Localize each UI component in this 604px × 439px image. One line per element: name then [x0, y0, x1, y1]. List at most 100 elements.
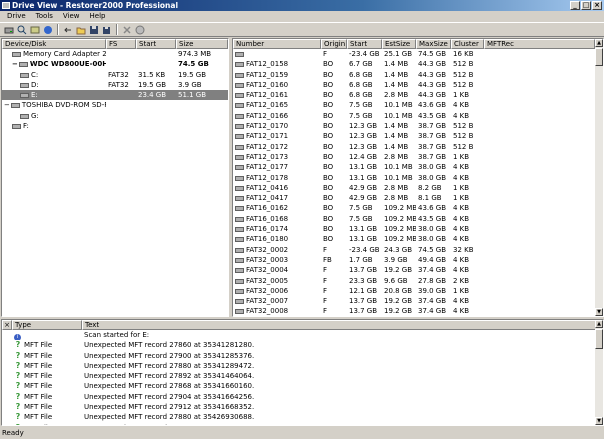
record-row[interactable]: FAT32_0008 F 13.7 GB 19.2 GB 37.4 GB 4 KB	[233, 306, 603, 316]
log-row[interactable]: ? MFT File Unexpected MFT record 27904 at …	[2, 392, 603, 402]
record-row[interactable]: FAT12_0177 BO 13.1 GB 10.1 MB 38.0 GB 4 KB	[233, 162, 603, 172]
device-row[interactable]: − WDC WD800UE-00HCT... 74.5 GB	[2, 59, 228, 69]
record-row[interactable]: FAT16_0174 BO 13.1 GB 109.2 MB 38.0 GB 4 KB	[233, 224, 603, 234]
record-row[interactable]: FAT12_0166 BO 7.5 GB 10.1 MB 43.5 GB 4 KB	[233, 111, 603, 121]
drive-icon[interactable]	[3, 24, 15, 36]
info-icon[interactable]	[42, 24, 54, 36]
record-start: 1.7 GB	[349, 255, 373, 264]
record-start: -23.4 GB	[349, 50, 380, 58]
device-row[interactable]: Memory Card Adapter 20... 974.3 MB	[2, 49, 228, 59]
maximize-button[interactable]: □	[581, 1, 591, 10]
log-row[interactable]: ? MFT File Unexpected MFT record 27880 at …	[2, 412, 603, 422]
save-all-icon[interactable]	[101, 24, 113, 36]
record-row[interactable]: FAT12_0416 BO 42.9 GB 2.8 MB 8.2 GB 1 KB	[233, 183, 603, 193]
log-row[interactable]: ? MFT File Unexpected MFT record 27860 at …	[2, 340, 603, 350]
col-size[interactable]: Size	[176, 39, 228, 49]
col-origin[interactable]: Origin	[321, 39, 347, 49]
col-number[interactable]: Number	[233, 39, 321, 49]
device-fs	[106, 100, 136, 110]
col-type[interactable]: Type	[12, 320, 82, 330]
device-row[interactable]: F:	[2, 121, 228, 131]
scroll-up-icon[interactable]: ▲	[595, 39, 603, 47]
back-icon[interactable]	[62, 24, 74, 36]
col-estsize[interactable]: EstSize	[382, 39, 416, 49]
col-start[interactable]: Start	[136, 39, 176, 49]
record-row[interactable]: FAT12_0178 BO 13.1 GB 10.1 MB 38.0 GB 4 KB	[233, 173, 603, 183]
col-start[interactable]: Start	[347, 39, 382, 49]
scroll-up-icon[interactable]: ▲	[595, 320, 603, 328]
col-maxsize[interactable]: MaxSize	[416, 39, 451, 49]
menu-help[interactable]: Help	[85, 11, 111, 22]
menu-view[interactable]: View	[58, 11, 85, 22]
record-row[interactable]: FAT16_0180 BO 13.1 GB 109.2 MB 38.0 GB 4 KB	[233, 234, 603, 244]
col-fs[interactable]: FS	[106, 39, 136, 49]
record-number: FAT32_0005	[233, 276, 321, 286]
scan-icon[interactable]	[16, 24, 28, 36]
folder-open-icon[interactable]	[75, 24, 87, 36]
scroll-down-icon[interactable]: ▼	[595, 417, 603, 425]
log-scrollbar[interactable]: ▲ ▼	[595, 320, 603, 425]
disk-icon[interactable]	[134, 24, 146, 36]
col-mftrec[interactable]: MFTRec	[484, 39, 595, 49]
record-row[interactable]: FAT16_0162 BO 7.5 GB 109.2 MB 43.6 GB 4 KB	[233, 203, 603, 213]
log-row[interactable]: ? MFT File Unexpected MFT record 27912 at …	[2, 402, 603, 412]
record-row[interactable]: FAT32_0002 F -23.4 GB 24.3 GB 74.5 GB 32 KB	[233, 245, 603, 255]
record-row[interactable]: FAT32_0003 FB 1.7 GB 3.9 GB 49.4 GB 4 KB	[233, 255, 603, 265]
close-button[interactable]: ×	[592, 1, 602, 10]
device-row[interactable]: C: FAT32 31.5 KB 19.5 GB	[2, 70, 228, 80]
log-close-icon[interactable]: ×	[2, 320, 12, 330]
record-row[interactable]: FAT12_0173 BO 12.4 GB 2.8 MB 38.7 GB 1 KB	[233, 152, 603, 162]
record-row[interactable]: FAT12_0417 BO 42.9 GB 2.8 MB 8.1 GB 1 KB	[233, 193, 603, 203]
record-row[interactable]: FAT16_0168 BO 7.5 GB 109.2 MB 43.5 GB 4 KB	[233, 214, 603, 224]
log-row[interactable]: ?MFT File Unexpected MFT record 27900 at …	[2, 351, 603, 361]
record-row[interactable]: FAT32_0006 F 12.1 GB 20.8 GB 39.0 GB 1 KB	[233, 286, 603, 296]
log-row[interactable]: ? MFT File Unexpected MFT record 27892 at …	[2, 371, 603, 381]
log-row[interactable]: ?MFT File Unexpected MFT record 27900 at …	[2, 423, 603, 425]
device-row[interactable]: E: 23.4 GB 51.1 GB	[2, 90, 228, 101]
menu-tools[interactable]: Tools	[31, 11, 58, 22]
device-label: TOSHIBA DVD-ROM SD-R...	[21, 101, 106, 110]
device-size	[176, 121, 228, 131]
col-cluster[interactable]: Cluster	[451, 39, 484, 49]
question-icon: ?	[15, 350, 21, 360]
record-cluster: 1 KB	[453, 286, 470, 295]
record-row[interactable]: FAT32_0004 F 13.7 GB 19.2 GB 37.4 GB 4 KB	[233, 265, 603, 275]
device-row[interactable]: D: FAT32 19.5 GB 3.9 GB	[2, 80, 228, 90]
scroll-thumb[interactable]	[595, 48, 603, 66]
record-cluster: 512 B	[453, 132, 474, 141]
collapse-icon[interactable]: −	[4, 101, 10, 109]
record-row[interactable]: FAT12_0161 BO 6.8 GB 2.8 MB 44.3 GB 1 KB	[233, 90, 603, 100]
log-row[interactable]: ? MFT File Unexpected MFT record 27868 at …	[2, 381, 603, 391]
log-row[interactable]: ? MFT File Unexpected MFT record 27880 at …	[2, 361, 603, 371]
record-row[interactable]: F -23.4 GB 25.1 GB 74.5 GB 16 KB	[233, 49, 603, 59]
log-row[interactable]: i Scan started for E:	[2, 330, 603, 341]
device-fs: FAT32	[108, 80, 129, 89]
record-row[interactable]: FAT12_0171 BO 12.3 GB 1.4 MB 38.7 GB 512 B	[233, 131, 603, 141]
record-number-label: FAT16_0174	[246, 225, 289, 234]
open-icon[interactable]	[29, 24, 41, 36]
device-row[interactable]: G:	[2, 111, 228, 121]
collapse-icon[interactable]: −	[12, 60, 18, 68]
col-text[interactable]: Text	[82, 320, 596, 330]
record-number: FAT12_0170	[233, 121, 321, 131]
record-row[interactable]: FAT12_0160 BO 6.8 GB 1.4 MB 44.3 GB 512 B	[233, 80, 603, 90]
delete-icon[interactable]	[121, 24, 133, 36]
record-row[interactable]: FAT12_0170 BO 12.3 GB 1.4 MB 38.7 GB 512 B	[233, 121, 603, 131]
save-icon[interactable]	[88, 24, 100, 36]
record-row[interactable]: FAT12_0158 BO 6.7 GB 1.4 MB 44.3 GB 512 B	[233, 59, 603, 69]
scroll-down-icon[interactable]: ▼	[595, 308, 603, 316]
record-row[interactable]: FAT12_0165 BO 7.5 GB 10.1 MB 43.6 GB 4 KB	[233, 100, 603, 110]
record-estsize: 1.4 MB	[384, 80, 409, 89]
record-row[interactable]: FAT32_0005 F 23.3 GB 9.6 GB 27.8 GB 2 KB	[233, 276, 603, 286]
scroll-thumb[interactable]	[595, 329, 603, 349]
drive-icon	[12, 124, 21, 130]
minimize-button[interactable]: _	[570, 1, 580, 10]
device-row[interactable]: − TOSHIBA DVD-ROM SD-R...	[2, 100, 228, 110]
menu-drive[interactable]: Drive	[2, 11, 31, 22]
record-row[interactable]: FAT12_0172 BO 12.3 GB 1.4 MB 38.7 GB 512 B	[233, 142, 603, 152]
record-row[interactable]: FAT32_0007 F 13.7 GB 19.2 GB 37.4 GB 4 KB	[233, 296, 603, 306]
record-maxsize: 74.5 GB	[418, 245, 447, 254]
records-scrollbar[interactable]: ▲ ▼	[595, 39, 603, 316]
record-row[interactable]: FAT12_0159 BO 6.8 GB 1.4 MB 44.3 GB 512 B	[233, 70, 603, 80]
col-device[interactable]: Device/Disk	[2, 39, 106, 49]
